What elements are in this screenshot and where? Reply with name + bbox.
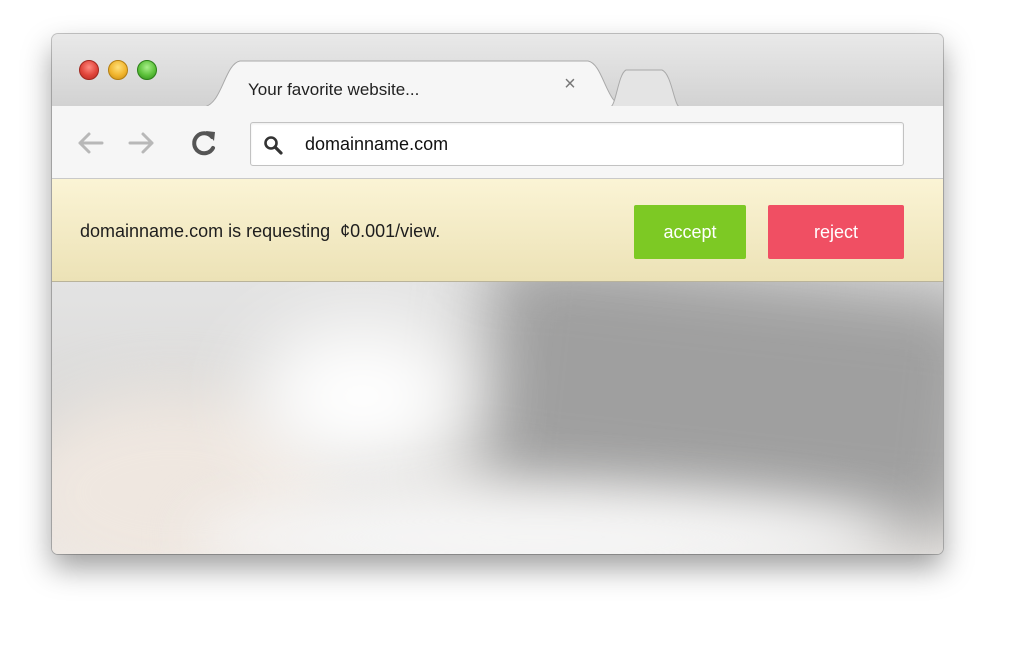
accept-button[interactable]: accept xyxy=(634,205,746,259)
back-arrow-icon xyxy=(78,132,104,154)
page-content-blurred xyxy=(52,282,943,554)
forward-button[interactable] xyxy=(126,128,158,158)
back-button[interactable] xyxy=(74,128,106,158)
payment-request-message: domainname.com is requesting ¢0.001/view… xyxy=(80,221,441,241)
url-input[interactable] xyxy=(305,134,865,155)
reload-button[interactable] xyxy=(188,128,220,158)
forward-arrow-icon xyxy=(128,132,154,154)
tab-shapes xyxy=(52,60,943,107)
blur-shape xyxy=(252,322,472,472)
browser-window: Your favorite website... × domainname.co… xyxy=(52,34,943,554)
tab-title[interactable]: Your favorite website... xyxy=(248,80,419,100)
reject-button[interactable]: reject xyxy=(768,205,904,259)
navigation-toolbar xyxy=(52,106,943,179)
tab-strip: Your favorite website... × xyxy=(52,34,943,107)
tab-close-icon[interactable]: × xyxy=(559,73,581,95)
payment-request-infobar: domainname.com is requesting ¢0.001/view… xyxy=(52,179,943,282)
address-bar[interactable] xyxy=(250,122,904,166)
new-tab-button xyxy=(609,69,681,107)
reload-icon xyxy=(192,131,215,156)
search-icon xyxy=(264,136,283,155)
